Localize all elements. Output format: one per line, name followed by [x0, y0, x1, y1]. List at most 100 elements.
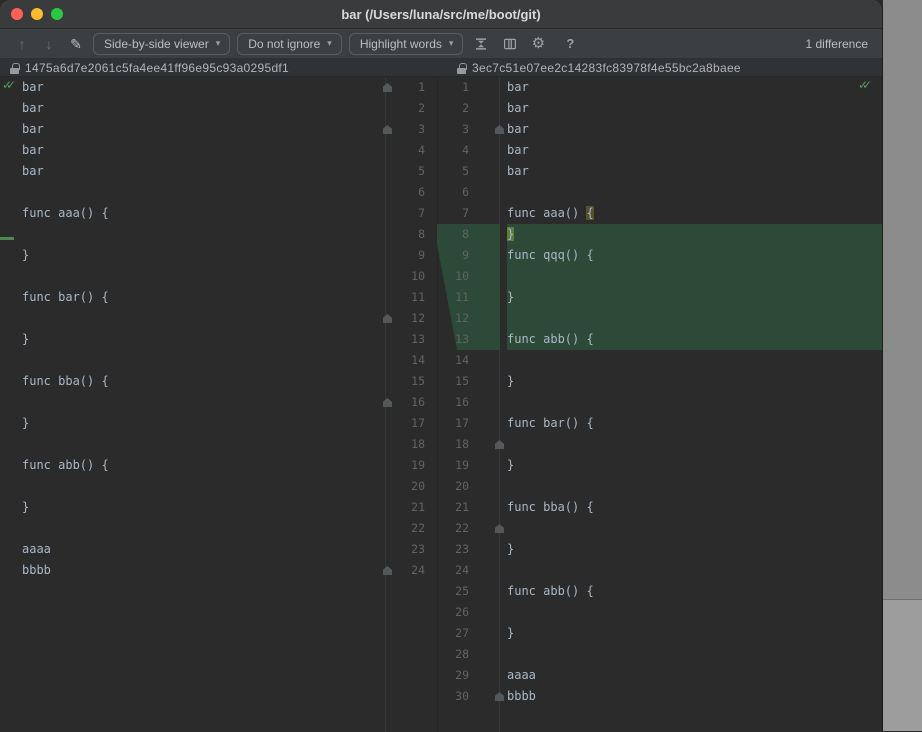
desktop-background-bottom — [883, 600, 922, 731]
next-difference-icon[interactable]: ↓ — [39, 33, 59, 55]
line-number: 12 — [455, 311, 469, 325]
code-line: bar — [507, 164, 529, 178]
line-number: 24 — [455, 563, 469, 577]
code-line: aaaa — [507, 668, 536, 682]
viewer-mode-dropdown[interactable]: Side-by-side viewer ▾ — [93, 32, 231, 55]
inspections-ok-icon: ✓✓ — [2, 78, 16, 92]
line-number: 15 — [455, 374, 469, 388]
code-line: bar — [22, 122, 44, 136]
line-number: 10 — [455, 269, 469, 283]
left-revision-header: 1475a6d7e2061c5fa4ee41ff96e95c93a0295df1 — [10, 60, 289, 76]
code-line: func abb() { — [507, 584, 594, 598]
code-line: } — [22, 332, 30, 346]
previous-difference-icon[interactable]: ↑ — [12, 33, 32, 55]
code-text: func aaa() — [507, 206, 587, 220]
line-number: 11 — [455, 290, 469, 304]
lock-icon — [10, 62, 20, 74]
right-revision-header: 3ec7c51e07ee2c14283fc83978f4e55bc2a8baee — [457, 60, 741, 76]
line-number: 20 — [455, 479, 469, 493]
zoom-button[interactable] — [51, 8, 63, 20]
line-number: 18 — [455, 437, 469, 451]
code-line: } — [507, 224, 882, 245]
line-number: 14 — [455, 353, 469, 367]
line-number: 28 — [455, 647, 469, 661]
code-line: aaaa — [22, 542, 51, 556]
code-line — [507, 308, 882, 329]
code-line: bar — [22, 101, 44, 115]
line-number: 7 — [462, 206, 469, 220]
settings-gear-icon[interactable]: ⚙ — [528, 33, 548, 55]
minimize-button[interactable] — [31, 8, 43, 20]
fold-marker-icon[interactable] — [495, 125, 504, 134]
close-button[interactable] — [11, 8, 23, 20]
right-editor-pane[interactable]: bar bar bar bar bar func aaa() {} func qqq() {… — [500, 77, 882, 707]
code-line: bbbb — [507, 689, 536, 703]
diff-window: bar (/Users/luna/src/me/boot/git) ↑ ↓ ✎ … — [0, 0, 883, 732]
code-line: } — [507, 626, 515, 640]
fold-marker-icon[interactable] — [383, 314, 392, 323]
code-line: func abb() { — [22, 458, 109, 472]
window-title: bar (/Users/luna/src/me/boot/git) — [341, 6, 541, 22]
right-line-numbers: 1 2 3 4 5 6 7 8 9 10 11 12 13 14 15 16 17 18 19 20 21 22 23 24 2… — [437, 77, 473, 707]
highlight-mode-dropdown[interactable]: Highlight words ▾ — [348, 32, 464, 55]
chevron-down-icon: ▾ — [327, 38, 332, 48]
code-line: bar — [507, 122, 529, 136]
revision-header-row: 1475a6d7e2061c5fa4ee41ff96e95c93a0295df1… — [0, 59, 882, 77]
help-icon[interactable]: ? — [561, 36, 579, 51]
fold-marker-icon[interactable] — [383, 83, 392, 92]
line-number: 16 — [455, 395, 469, 409]
titlebar: bar (/Users/luna/src/me/boot/git) — [0, 0, 882, 29]
right-revision-hash: 3ec7c51e07ee2c14283fc83978f4e55bc2a8baee — [472, 61, 741, 75]
fold-marker-icon[interactable] — [383, 566, 392, 575]
desktop-background-top — [883, 0, 922, 600]
code-line: bbbb — [22, 563, 51, 577]
code-line: } — [507, 542, 515, 556]
code-line: } — [22, 500, 30, 514]
fold-marker-icon[interactable] — [495, 692, 504, 701]
line-number: 1 — [462, 80, 469, 94]
code-line: func abb() { — [507, 329, 882, 350]
collapse-unchanged-icon[interactable] — [470, 33, 492, 55]
desktop: { "window": { "title": "bar (/Users/luna… — [0, 0, 922, 732]
fold-marker-icon[interactable] — [383, 398, 392, 407]
edit-icon[interactable]: ✎ — [66, 33, 86, 55]
line-number: 13 — [455, 332, 469, 346]
fold-marker-icon[interactable] — [495, 524, 504, 533]
code-line: func bar() { — [507, 416, 594, 430]
code-line: func bba() { — [507, 500, 594, 514]
code-line: bar — [507, 143, 529, 157]
code-line: bar — [507, 101, 529, 115]
left-fold-markers — [383, 77, 393, 732]
viewer-mode-label: Side-by-side viewer — [104, 36, 209, 51]
left-revision-hash: 1475a6d7e2061c5fa4ee41ff96e95c93a0295df1 — [25, 61, 290, 75]
code-line: func bba() { — [22, 374, 109, 388]
code-line: } — [22, 248, 30, 262]
fold-marker-icon[interactable] — [495, 440, 504, 449]
fold-marker-icon[interactable] — [383, 125, 392, 134]
sync-scrolling-icon[interactable] — [499, 33, 521, 55]
diff-toolbar: ↑ ↓ ✎ Side-by-side viewer ▾ Do not ignor… — [0, 29, 882, 59]
code-line: } — [507, 287, 882, 308]
code-line: func bar() { — [22, 290, 109, 304]
line-number: 3 — [462, 122, 469, 136]
line-number: 27 — [455, 626, 469, 640]
whitespace-policy-label: Do not ignore — [248, 36, 321, 51]
chevron-down-icon: ▾ — [215, 38, 221, 48]
line-number: 21 — [455, 500, 469, 514]
insertion-point-marker — [0, 237, 14, 240]
whitespace-policy-dropdown[interactable]: Do not ignore ▾ — [237, 32, 342, 55]
chevron-down-icon: ▾ — [448, 38, 454, 48]
left-editor-pane[interactable]: bar bar bar bar bar func aaa() {} func bar() {… — [0, 77, 385, 581]
line-number: 25 — [455, 584, 469, 598]
